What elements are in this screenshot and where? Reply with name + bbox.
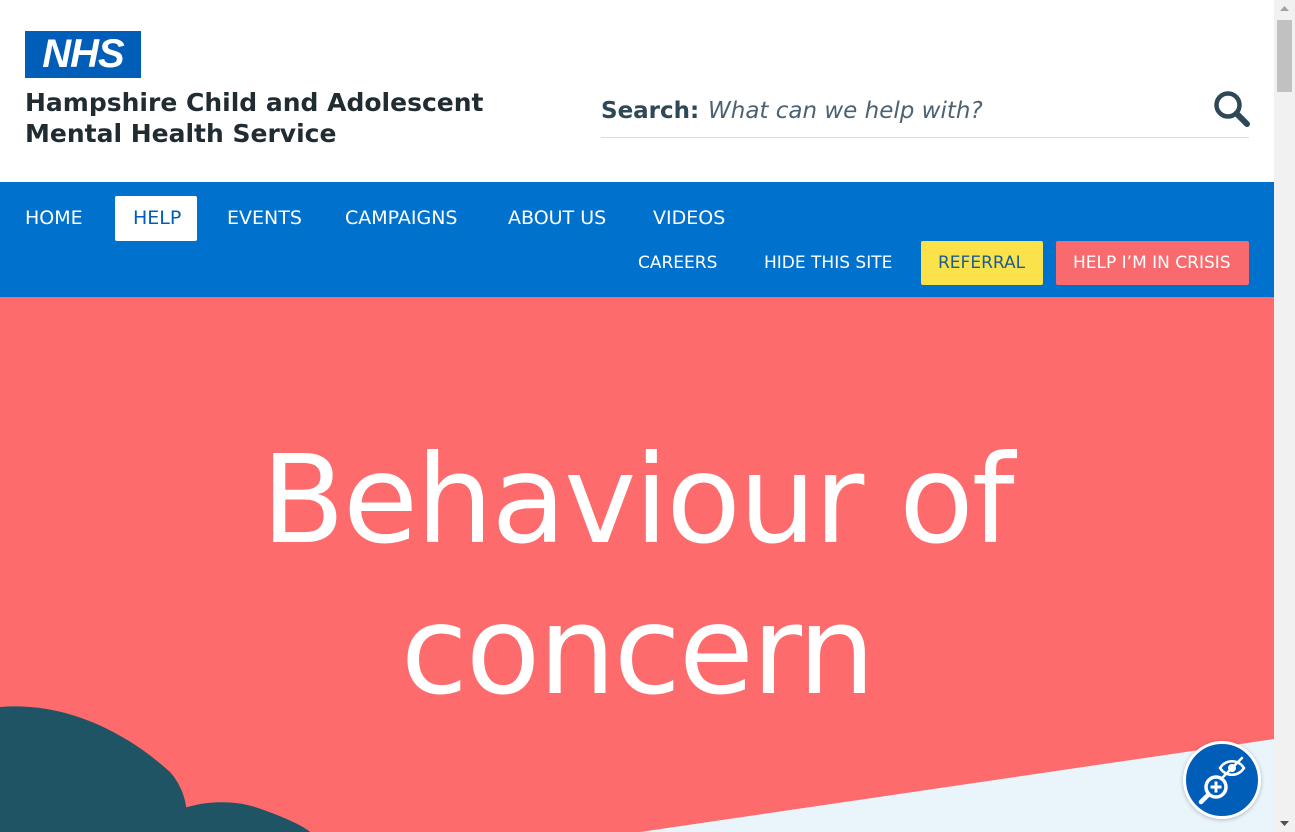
accessibility-widget-button[interactable] [1183, 741, 1261, 819]
search-underline [601, 137, 1249, 138]
nav-about-us[interactable]: ABOUT US [490, 196, 624, 241]
page: NHS Hampshire Child and Adolescent Menta… [0, 0, 1274, 832]
site-header: NHS Hampshire Child and Adolescent Menta… [0, 0, 1274, 182]
main-navigation: HOME HELP EVENTS CAMPAIGNS ABOUT US VIDE… [0, 182, 1274, 297]
page-title: Behaviour of concern [0, 425, 1274, 727]
nav-hide-this-site[interactable]: HIDE THIS SITE [747, 241, 909, 285]
scrollbar-thumb[interactable] [1277, 20, 1292, 92]
nav-campaigns[interactable]: CAMPAIGNS [327, 196, 476, 241]
referral-button[interactable]: REFERRAL [921, 241, 1043, 285]
scroll-up-arrow-icon[interactable] [1274, 0, 1295, 17]
search-icon [1214, 91, 1250, 127]
search-button[interactable] [1212, 89, 1252, 129]
nav-home[interactable]: HOME [7, 196, 101, 241]
page-title-line-1: Behaviour of [261, 429, 1014, 571]
page-scrollbar[interactable] [1274, 0, 1295, 832]
nav-help[interactable]: HELP [115, 196, 197, 241]
search-label: Search: [601, 98, 700, 124]
nav-videos[interactable]: VIDEOS [635, 196, 743, 241]
organisation-name[interactable]: Hampshire Child and Adolescent Mental He… [25, 87, 495, 149]
nhs-logo[interactable]: NHS [25, 31, 141, 78]
accessibility-magnifier-icon [1198, 756, 1246, 805]
help-im-in-crisis-button[interactable]: HELP I’M IN CRISIS [1056, 241, 1249, 285]
search-input[interactable] [708, 93, 1198, 129]
nav-events[interactable]: EVENTS [209, 196, 320, 241]
scroll-down-arrow-icon[interactable] [1274, 815, 1295, 832]
hero-banner: Behaviour of concern [0, 297, 1274, 832]
page-title-line-2: concern [400, 580, 876, 722]
nav-careers[interactable]: CAREERS [621, 241, 734, 285]
